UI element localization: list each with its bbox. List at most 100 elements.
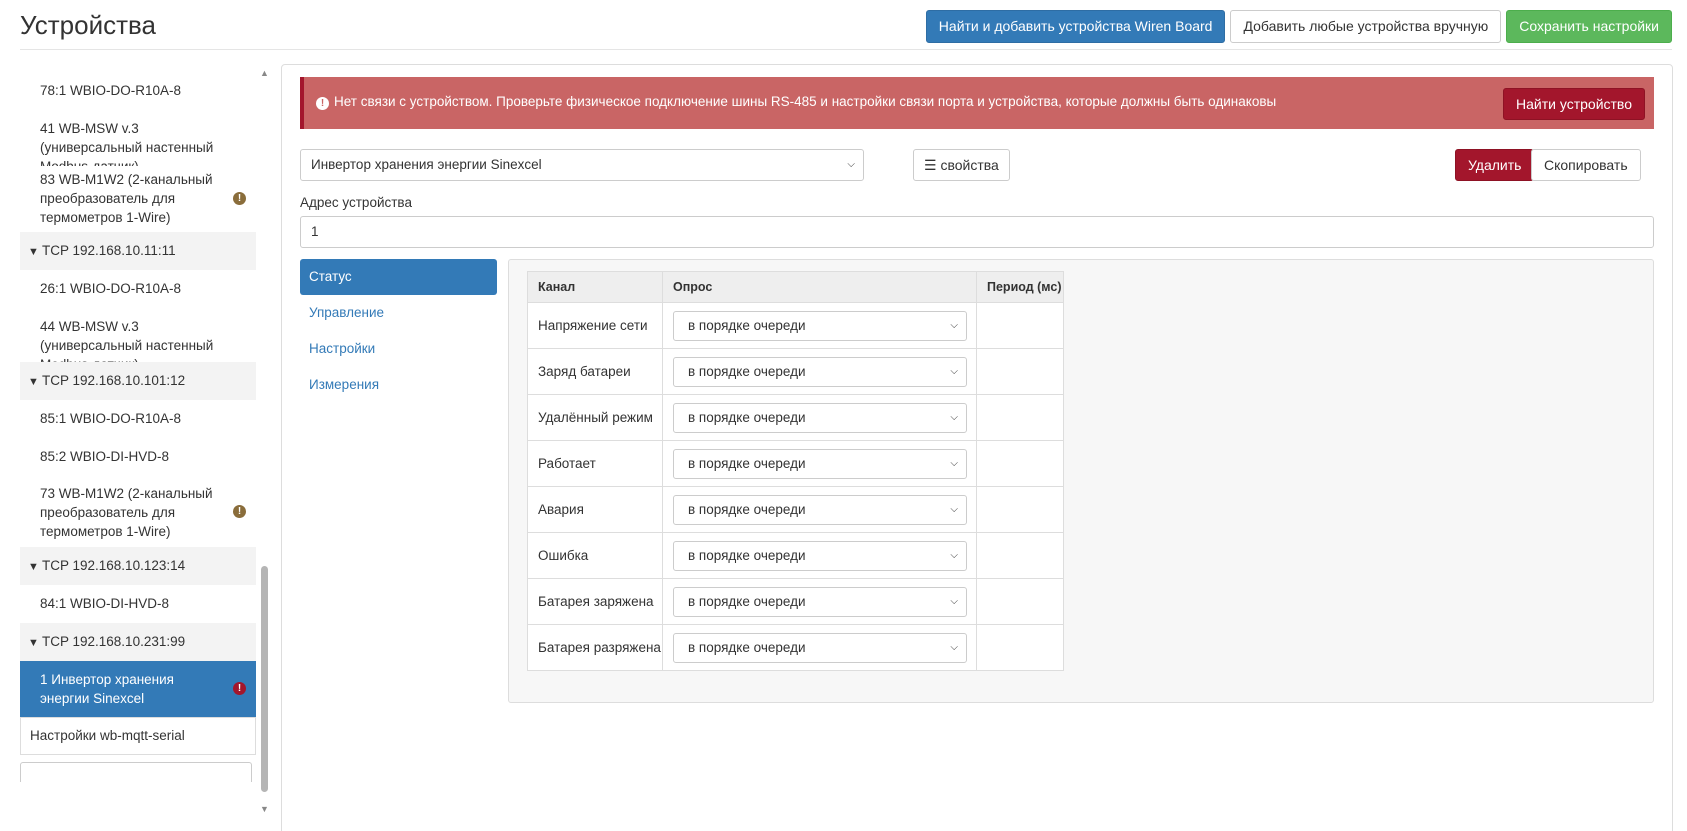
save-settings-button[interactable]: Сохранить настройки: [1506, 10, 1672, 43]
header-actions: Найти и добавить устройства Wiren Board …: [925, 10, 1672, 43]
poll-mode-value: в порядке очереди: [688, 547, 806, 563]
channel-name: Заряд батареи: [527, 348, 663, 395]
channel-name: Ошибка: [527, 532, 663, 579]
sidebar-item-label: 1 Инвертор хранения энергии Sinexcel: [40, 672, 174, 706]
sidebar-item-label: 85:1 WBIO-DO-R10A-8: [40, 411, 182, 426]
poll-mode-value: в порядке очереди: [688, 501, 806, 517]
table-header-row: Канал Опрос Период (мс): [527, 271, 1064, 303]
table-row: Батарея разряжена в порядке очереди ⌵: [527, 624, 1064, 671]
device-sidebar[interactable]: 78:1 WBIO-DO-R10A-8 41 WB-MSW v.3 (униве…: [20, 64, 256, 831]
poll-mode-select[interactable]: в порядке очереди ⌵: [673, 448, 967, 479]
sidebar-group-label: TCP 192.168.10.11:11: [42, 243, 176, 258]
warning-icon: !: [233, 192, 246, 205]
sidebar-item-device[interactable]: 44 WB-MSW v.3 (универсальный настенный M…: [20, 308, 256, 372]
sidebar-item-serial-settings[interactable]: Настройки wb-mqtt-serial: [20, 717, 256, 755]
device-type-value: Инвертор хранения энергии Sinexcel: [311, 157, 542, 172]
table-row: Работает в порядке очереди ⌵: [527, 440, 1064, 487]
tab-status[interactable]: Статус: [300, 259, 497, 295]
sidebar-item-label: 83 WB-M1W2 (2-канальный преобразователь …: [40, 172, 213, 225]
poll-mode-select[interactable]: в порядке очереди ⌵: [673, 402, 967, 433]
sidebar-item-label: 84:1 WBIO-DI-HVD-8: [40, 596, 170, 611]
column-header-channel: Канал: [527, 271, 663, 303]
period-cell[interactable]: [976, 624, 1064, 671]
chevron-down-icon: ⌵: [950, 641, 958, 653]
channel-name: Батарея заряжена: [527, 578, 663, 625]
sidebar-group-tcp[interactable]: ▼ TCP 192.168.10.123:14: [20, 547, 256, 585]
table-row: Авария в порядке очереди ⌵: [527, 486, 1064, 533]
chevron-down-icon: ⌵: [950, 457, 958, 469]
poll-mode-select[interactable]: в порядке очереди ⌵: [673, 310, 967, 341]
sidebar-group-tcp[interactable]: ▼ TCP 192.168.10.11:11: [20, 232, 256, 270]
sidebar-add-area[interactable]: [20, 762, 252, 782]
warning-icon: !: [233, 505, 246, 518]
tab-measurements[interactable]: Измерения: [300, 367, 497, 403]
period-cell[interactable]: [976, 394, 1064, 441]
chevron-down-icon: ⌵: [950, 365, 958, 377]
poll-mode-value: в порядке очереди: [688, 455, 806, 471]
chevron-down-icon: ▼: [28, 561, 39, 573]
sidebar-item-device-selected[interactable]: 1 Инвертор хранения энергии Sinexcel!: [20, 661, 256, 717]
sidebar-item-device[interactable]: 83 WB-M1W2 (2-канальный преобразователь …: [20, 166, 256, 232]
sidebar-item-label: 73 WB-M1W2 (2-канальный преобразователь …: [40, 486, 213, 539]
sidebar-item-device[interactable]: 85:1 WBIO-DO-R10A-8: [20, 400, 256, 438]
address-label: Адрес устройства: [300, 195, 412, 210]
delete-button[interactable]: Удалить: [1455, 149, 1535, 181]
sidebar-item-label: 78:1 WBIO-DO-R10A-8: [40, 83, 182, 98]
find-device-button[interactable]: Найти устройство: [1503, 88, 1645, 120]
sidebar-item-device[interactable]: 41 WB-MSW v.3 (универсальный настенный M…: [20, 110, 256, 174]
poll-mode-select[interactable]: в порядке очереди ⌵: [673, 586, 967, 617]
sidebar-scrollbar[interactable]: ▲ ▼: [260, 64, 269, 814]
device-tabs: Статус Управление Настройки Измерения: [300, 259, 497, 403]
find-devices-button[interactable]: Найти и добавить устройства Wiren Board: [925, 10, 1226, 43]
tab-settings[interactable]: Настройки: [300, 331, 497, 367]
alert-message: Нет связи с устройством. Проверьте физич…: [334, 94, 1277, 109]
sidebar-item-device[interactable]: 73 WB-M1W2 (2-канальный преобразователь …: [20, 476, 256, 547]
device-type-select[interactable]: Инвертор хранения энергии Sinexcel ⌵: [300, 149, 864, 181]
chevron-down-icon: ⌵: [950, 549, 958, 561]
chevron-down-icon: ⌵: [950, 411, 958, 423]
poll-mode-select[interactable]: в порядке очереди ⌵: [673, 632, 967, 663]
page-header: Устройства Найти и добавить устройства W…: [20, 0, 1672, 50]
sidebar-item-device[interactable]: 85:2 WBIO-DI-HVD-8: [20, 438, 256, 476]
tab-control[interactable]: Управление: [300, 295, 497, 331]
poll-mode-select[interactable]: в порядке очереди ⌵: [673, 356, 967, 387]
channels-table: Канал Опрос Период (мс) Напряжение сети …: [527, 271, 1064, 671]
poll-mode-value: в порядке очереди: [688, 593, 806, 609]
sidebar-group-tcp[interactable]: ▼ TCP 192.168.10.231:99: [20, 623, 256, 661]
table-row: Заряд батареи в порядке очереди ⌵: [527, 348, 1064, 395]
sidebar-group-tcp[interactable]: ▼ TCP 192.168.10.101:12: [20, 362, 256, 400]
error-icon: !: [233, 682, 246, 695]
list-icon: ☰: [924, 157, 941, 173]
sidebar-group-label: TCP 192.168.10.101:12: [42, 373, 186, 388]
copy-button[interactable]: Скопировать: [1531, 149, 1641, 181]
properties-button[interactable]: ☰ свойства: [913, 149, 1010, 181]
chevron-down-icon: ▼: [28, 376, 39, 388]
sidebar-item-label: 26:1 WBIO-DO-R10A-8: [40, 281, 182, 296]
scroll-thumb[interactable]: [261, 566, 268, 792]
period-cell[interactable]: [976, 440, 1064, 487]
chevron-down-icon: ⌵: [847, 159, 855, 170]
poll-mode-select[interactable]: в порядке очереди ⌵: [673, 494, 967, 525]
scroll-up-icon[interactable]: ▲: [260, 68, 269, 78]
connection-error-alert: ! Нет связи с устройством. Проверьте физи…: [300, 77, 1654, 129]
period-cell[interactable]: [976, 302, 1064, 349]
period-cell[interactable]: [976, 486, 1064, 533]
sidebar-item-device[interactable]: 84:1 WBIO-DI-HVD-8: [20, 585, 256, 623]
add-manual-button[interactable]: Добавить любые устройства вручную: [1230, 10, 1502, 43]
sidebar-item-device[interactable]: 26:1 WBIO-DO-R10A-8: [20, 270, 256, 308]
period-cell[interactable]: [976, 578, 1064, 625]
poll-mode-select[interactable]: в порядке очереди ⌵: [673, 540, 967, 571]
table-row: Батарея заряжена в порядке очереди ⌵: [527, 578, 1064, 625]
device-panel: ! Нет связи с устройством. Проверьте физи…: [281, 64, 1673, 831]
poll-mode-value: в порядке очереди: [688, 639, 806, 655]
scroll-down-icon[interactable]: ▼: [260, 804, 269, 814]
poll-mode-value: в порядке очереди: [688, 317, 806, 333]
chevron-down-icon: ⌵: [950, 595, 958, 607]
status-tab-panel: Канал Опрос Период (мс) Напряжение сети …: [508, 259, 1654, 703]
address-input[interactable]: 1: [300, 216, 1654, 248]
channel-name: Напряжение сети: [527, 302, 663, 349]
sidebar-item-device[interactable]: 78:1 WBIO-DO-R10A-8: [20, 72, 256, 110]
period-cell[interactable]: [976, 348, 1064, 395]
poll-mode-value: в порядке очереди: [688, 363, 806, 379]
period-cell[interactable]: [976, 532, 1064, 579]
